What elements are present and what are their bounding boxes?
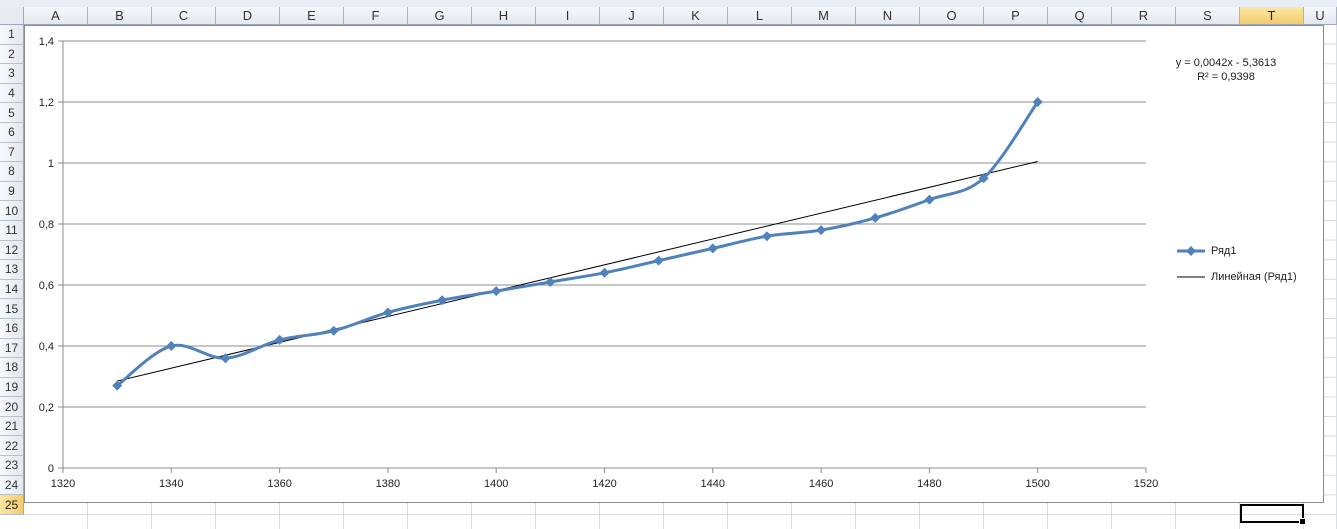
- column-header-f[interactable]: F: [344, 7, 408, 25]
- row-header-16[interactable]: 16: [0, 318, 24, 339]
- series-point: [491, 286, 502, 297]
- y-tick-label: 1,2: [39, 97, 54, 109]
- series-point: [653, 255, 664, 266]
- row-header-18[interactable]: 18: [0, 358, 24, 378]
- row-header-19[interactable]: 19: [0, 377, 24, 398]
- x-tick-label: 1320: [51, 478, 75, 490]
- series-point: [328, 325, 339, 336]
- x-tick-label: 1520: [1134, 478, 1158, 490]
- column-header-r[interactable]: R: [1112, 7, 1176, 25]
- row-headers: 1 2 3 4 5 6 7 8 9 10 11 12 13 14 15 16 17 18 19 20 21 22 23 24 2…: [0, 25, 24, 515]
- x-tick-label: 1420: [592, 478, 616, 490]
- column-header-u[interactable]: U: [1304, 7, 1337, 25]
- row-header-14[interactable]: 14: [0, 279, 24, 300]
- series-point: [599, 267, 610, 278]
- column-header-s[interactable]: S: [1176, 7, 1240, 25]
- series-point: [816, 225, 827, 236]
- chart-area[interactable]: 0 0,2 0,4 0,6 0,8 1 1,2 1,4 1320 1340 1360 1380 1400…: [24, 25, 1324, 503]
- x-tick-label: 1400: [484, 478, 508, 490]
- row-header-12[interactable]: 12: [0, 240, 24, 261]
- row-header-11[interactable]: 11: [0, 220, 24, 241]
- column-headers: ABCDEFGHIJKLMNOPQRSTU: [24, 7, 1337, 25]
- column-header-l[interactable]: L: [728, 7, 792, 25]
- column-header-a[interactable]: A: [24, 7, 88, 25]
- row-header-10[interactable]: 10: [0, 201, 24, 221]
- row-header-8[interactable]: 8: [0, 162, 24, 182]
- row-header-13[interactable]: 13: [0, 260, 24, 280]
- x-tick-label: 1500: [1025, 478, 1049, 490]
- y-tick-label: 0,6: [39, 280, 54, 292]
- row-header-17[interactable]: 17: [0, 338, 24, 359]
- column-header-g[interactable]: G: [408, 7, 472, 25]
- row-header-3[interactable]: 3: [0, 64, 24, 84]
- column-header-o[interactable]: O: [920, 7, 984, 25]
- y-tick-label: 0,2: [39, 402, 54, 414]
- plot-area: 0 0,2 0,4 0,6 0,8 1 1,2 1,4 1320 1340 1360 1380 1400…: [39, 36, 1159, 490]
- column-header-m[interactable]: M: [792, 7, 856, 25]
- y-tick-label: 0,4: [39, 341, 54, 353]
- row-header-1[interactable]: 1: [0, 25, 24, 45]
- select-all-corner[interactable]: [0, 7, 24, 25]
- row-header-22[interactable]: 22: [0, 436, 24, 457]
- row-header-24[interactable]: 24: [0, 475, 24, 496]
- row-header-25[interactable]: 25: [0, 495, 24, 515]
- x-tick-label: 1480: [917, 478, 941, 490]
- y-tick-label: 1,4: [39, 36, 54, 48]
- row-header-6[interactable]: 6: [0, 122, 24, 143]
- row-header-21[interactable]: 21: [0, 416, 24, 437]
- x-tick-label: 1360: [267, 478, 291, 490]
- column-header-j[interactable]: J: [600, 7, 664, 25]
- x-tick-label: 1440: [701, 478, 725, 490]
- series-point: [166, 341, 177, 351]
- series-point: [924, 194, 935, 205]
- series-point: [437, 295, 448, 306]
- row-header-20[interactable]: 20: [0, 397, 24, 417]
- column-header-h[interactable]: H: [472, 7, 536, 25]
- trendline-r-squared: R² = 0,9398: [1197, 71, 1255, 83]
- legend-entry-series: Ряд1: [1177, 241, 1297, 261]
- x-tick-label: 1460: [809, 478, 833, 490]
- series-point: [707, 243, 718, 254]
- series-point: [761, 231, 772, 242]
- series-line: [116, 101, 1039, 387]
- legend-series-label: Ряд1: [1211, 245, 1237, 257]
- column-header-d[interactable]: D: [216, 7, 280, 25]
- legend-entry-trendline: Линейная (Ряд1): [1177, 267, 1297, 287]
- column-header-i[interactable]: I: [536, 7, 600, 25]
- column-header-k[interactable]: K: [664, 7, 728, 25]
- trendline-equation: y = 0,0042x - 5,3613: [1175, 57, 1277, 69]
- x-tick-label: 1380: [376, 478, 400, 490]
- column-header-b[interactable]: B: [88, 7, 152, 25]
- row-header-7[interactable]: 7: [0, 142, 24, 163]
- column-header-n[interactable]: N: [856, 7, 920, 25]
- x-tick-label: 1340: [159, 478, 183, 490]
- legend-trendline-symbol: [1177, 276, 1205, 278]
- column-header-e[interactable]: E: [280, 7, 344, 25]
- row-header-23[interactable]: 23: [0, 456, 24, 476]
- column-header-c[interactable]: C: [152, 7, 216, 25]
- trendline-equation-label[interactable]: y = 0,0042x - 5,3613 R² = 0,9398: [1151, 56, 1301, 84]
- row-header-5[interactable]: 5: [0, 103, 24, 123]
- active-cell-cursor[interactable]: [1240, 504, 1306, 525]
- column-header-q[interactable]: Q: [1048, 7, 1112, 25]
- series-point: [870, 212, 881, 223]
- y-tick-label: 1: [48, 158, 54, 170]
- column-header-p[interactable]: P: [984, 7, 1048, 25]
- row-header-4[interactable]: 4: [0, 83, 24, 104]
- legend-series-symbol: [1177, 246, 1205, 256]
- legend-trendline-label: Линейная (Ряд1): [1211, 271, 1297, 283]
- y-tick-label: 0: [48, 463, 54, 475]
- row-header-2[interactable]: 2: [0, 44, 24, 65]
- y-tick-label: 0,8: [39, 219, 54, 231]
- row-header-9[interactable]: 9: [0, 181, 24, 202]
- column-header-t[interactable]: T: [1240, 7, 1304, 25]
- row-header-15[interactable]: 15: [0, 299, 24, 319]
- chart-legend[interactable]: Ряд1 Линейная (Ряд1): [1177, 241, 1297, 293]
